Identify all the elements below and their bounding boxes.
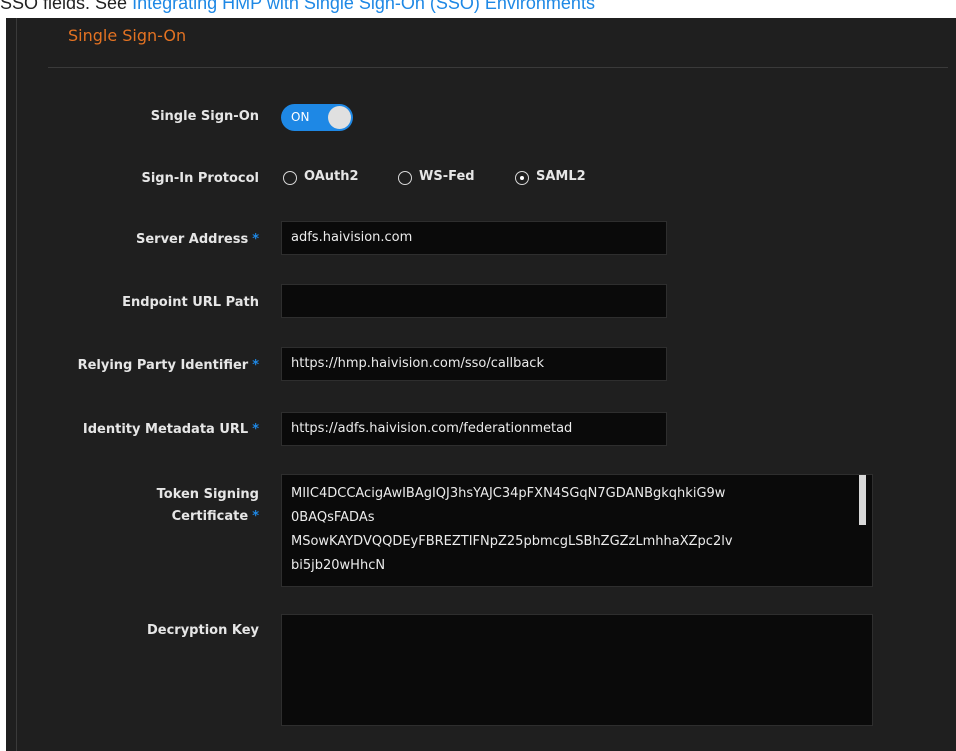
required-mark: * [252, 358, 259, 373]
sso-settings-panel: Single Sign-On Single Sign-On ON Sign-In… [6, 18, 956, 751]
server-address-label-text: Server Address [135, 232, 249, 247]
doc-text: SSO fields. See Integrating HMP with Sin… [0, 0, 956, 18]
textarea-scrollbar[interactable] [859, 475, 866, 525]
panel-divider [16, 18, 17, 751]
radio-oauth2-label: OAuth2 [304, 169, 359, 184]
metadata-url-label-text: Identity Metadata URL [82, 422, 249, 437]
cert-line: bi5jb20wHhcN [291, 558, 386, 573]
sso-label: Single Sign-On [150, 109, 259, 124]
required-mark: * [252, 422, 259, 437]
required-mark: * [252, 509, 259, 524]
protocol-label: Sign-In Protocol [141, 171, 259, 186]
sso-toggle[interactable]: ON [281, 104, 353, 131]
metadata-url-input[interactable]: https://adfs.haivision.com/federationmet… [281, 412, 667, 446]
decryption-key-textarea[interactable] [281, 614, 873, 726]
toggle-knob [328, 106, 351, 129]
radio-wsfed-label: WS-Fed [419, 169, 475, 184]
endpoint-url-label: Endpoint URL Path [122, 295, 259, 310]
cert-line: MSowKAYDVQQDEyFBREZTIFNpZ25pbmcgLSBhZGZz… [291, 534, 733, 549]
server-address-label: Server Address * [136, 232, 259, 247]
cert-line: MIIC4DCCAcigAwIBAgIQJ3hsYAJC34pFXN4SGqN7… [291, 486, 726, 501]
relying-party-input[interactable]: https://hmp.haivision.com/sso/callback [281, 347, 667, 381]
radio-oauth2-circle [283, 171, 297, 185]
required-mark: * [252, 232, 259, 247]
radio-selected-dot [519, 175, 524, 180]
doc-text-prefix: SSO fields. See [0, 0, 133, 13]
endpoint-url-input[interactable] [281, 284, 667, 318]
section-title: Single Sign-On [68, 26, 187, 45]
cert-line: 0BAQsFADAs [291, 510, 375, 525]
decryption-key-label: Decryption Key [146, 623, 259, 638]
token-cert-label-line2: Certificate [171, 509, 249, 524]
radio-saml2-label: SAML2 [536, 169, 586, 184]
radio-wsfed-circle [398, 171, 412, 185]
sso-toggle-text: ON [291, 110, 310, 124]
radio-saml2-circle [515, 171, 529, 185]
relying-party-label-text: Relying Party Identifier [77, 358, 249, 373]
metadata-url-label: Identity Metadata URL * [83, 422, 259, 437]
section-divider [48, 67, 948, 68]
relying-party-label: Relying Party Identifier * [78, 358, 259, 373]
token-cert-label: Token Signing Certificate * [157, 484, 259, 528]
token-cert-label-line1: Token Signing [156, 487, 259, 502]
token-cert-textarea[interactable]: MIIC4DCCAcigAwIBAgIQJ3hsYAJC34pFXN4SGqN7… [281, 474, 873, 587]
doc-link[interactable]: Integrating HMP with Single Sign-On (SSO… [132, 0, 595, 13]
server-address-input[interactable]: adfs.haivision.com [281, 221, 667, 255]
